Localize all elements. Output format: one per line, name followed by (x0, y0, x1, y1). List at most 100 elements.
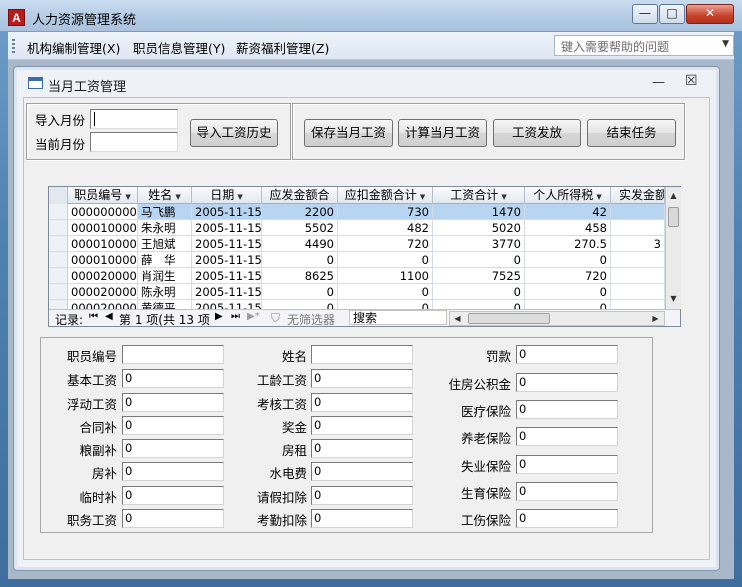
cell-name[interactable]: 王旭斌 (138, 236, 192, 252)
cell-tax[interactable]: 42 (525, 204, 611, 220)
table-row[interactable]: 0000100001 朱永明 2005-11-15 5502 482 5020 458 (49, 220, 665, 236)
cell-net[interactable] (611, 220, 665, 236)
cell-name[interactable]: 马飞鹏 (138, 204, 192, 220)
field-input[interactable]: 0 (516, 455, 618, 474)
finish-task-button[interactable]: 结束任务 (587, 119, 676, 147)
first-record-icon[interactable]: ⏮ (89, 311, 98, 322)
cell-gross[interactable]: 5502 (262, 220, 338, 236)
cell-name[interactable]: 朱永明 (138, 220, 192, 236)
field-input[interactable]: 0 (122, 393, 224, 412)
menu-org-structure[interactable]: 机构编制管理(X) (27, 38, 120, 57)
cell-tax[interactable]: 720 (525, 268, 611, 284)
field-input[interactable]: 0 (311, 439, 413, 458)
cell-emp-id[interactable]: 0000200002 (68, 284, 138, 300)
row-selector[interactable] (49, 252, 68, 268)
col-header-total[interactable]: 工资合计 ▼ (433, 187, 525, 204)
menu-salary-welfare[interactable]: 薪资福利管理(Z) (236, 38, 329, 57)
menu-employee-info[interactable]: 职员信息管理(Y) (133, 38, 225, 57)
grid-horizontal-scrollbar[interactable]: ◀ ▶ (449, 311, 665, 326)
grid-search-input[interactable]: 搜索 (349, 310, 447, 325)
cell-deductions[interactable]: 720 (338, 236, 433, 252)
prev-record-icon[interactable]: ◀ (105, 311, 113, 322)
no-filter-label[interactable]: 无筛选器 (287, 311, 335, 328)
current-month-input[interactable] (90, 132, 178, 152)
cell-gross[interactable]: 0 (262, 252, 338, 268)
cell-tax[interactable]: 0 (525, 284, 611, 300)
cell-net[interactable] (611, 268, 665, 284)
field-input[interactable]: 0 (122, 416, 224, 435)
cell-net[interactable] (611, 252, 665, 268)
scroll-left-icon[interactable]: ◀ (450, 311, 465, 326)
chevron-down-icon[interactable]: ▼ (722, 39, 729, 49)
scroll-right-icon[interactable]: ▶ (648, 311, 663, 326)
field-input[interactable]: 0 (516, 345, 618, 364)
field-input[interactable]: 0 (516, 400, 618, 419)
cell-total[interactable]: 7525 (433, 268, 525, 284)
cell-gross[interactable]: 2200 (262, 204, 338, 220)
cell-deductions[interactable]: 0 (338, 252, 433, 268)
cell-total[interactable]: 3770 (433, 236, 525, 252)
import-month-input[interactable] (90, 109, 178, 129)
field-input[interactable]: 0 (516, 509, 618, 528)
cell-deductions[interactable]: 482 (338, 220, 433, 236)
row-selector[interactable] (49, 268, 68, 284)
cell-total[interactable]: 5020 (433, 220, 525, 236)
col-header-net[interactable]: 实发金额 (611, 187, 665, 204)
cell-total[interactable]: 1470 (433, 204, 525, 220)
new-record-icon[interactable]: ▶* (247, 311, 260, 322)
cell-emp-id[interactable]: 0000200001 (68, 268, 138, 284)
cell-net[interactable]: 3 (611, 236, 665, 252)
salary-datasheet[interactable]: 职员编号 ▼ 姓名 ▼ 日期 ▼ 应发金额合 应扣金额合计 ▼ 工资合计 ▼ 个人所得税 ▼… (48, 186, 681, 327)
h-scroll-thumb[interactable] (468, 313, 550, 324)
field-input[interactable]: 0 (311, 462, 413, 481)
cell-total[interactable]: 0 (433, 252, 525, 268)
cell-deductions[interactable]: 730 (338, 204, 433, 220)
table-row[interactable]: 0000100002 王旭斌 2005-11-15 4490 720 3770 270.5 3 (49, 236, 665, 252)
grid-vertical-scrollbar[interactable]: ▲ ▼ (665, 187, 681, 309)
import-history-button[interactable]: 导入工资历史 (190, 119, 278, 147)
row-selector[interactable] (49, 236, 68, 252)
table-row[interactable]: 0000000001 马飞鹏 2005-11-15 2200 730 1470 42 (49, 204, 665, 220)
minimize-button[interactable]: — (632, 4, 658, 24)
field-input[interactable]: 0 (516, 482, 618, 501)
cell-date[interactable]: 2005-11-15 (192, 284, 262, 300)
close-button[interactable]: ✕ (686, 4, 734, 24)
table-row[interactable]: 0000100003 薛 华 2005-11-15 0 0 0 0 (49, 252, 665, 268)
field-input[interactable] (311, 345, 413, 364)
cell-emp-id[interactable]: 0000100001 (68, 220, 138, 236)
cell-net[interactable] (611, 284, 665, 300)
cell-date[interactable]: 2005-11-15 (192, 204, 262, 220)
table-row[interactable]: 0000200001 肖润生 2005-11-15 8625 1100 7525 720 (49, 268, 665, 284)
cell-name[interactable]: 薛 华 (138, 252, 192, 268)
help-search-input[interactable]: 键入需要帮助的问题 ▼ (554, 35, 734, 56)
col-header-deductions[interactable]: 应扣金额合计 ▼ (338, 187, 433, 204)
toolbar-grip-icon[interactable] (12, 39, 15, 53)
cell-gross[interactable]: 8625 (262, 268, 338, 284)
field-input[interactable]: 0 (516, 373, 618, 392)
field-input[interactable]: 0 (311, 416, 413, 435)
pay-salary-button[interactable]: 工资发放 (493, 119, 581, 147)
table-row[interactable]: 0000200002 陈永明 2005-11-15 0 0 0 0 (49, 284, 665, 300)
scroll-up-icon[interactable]: ▲ (666, 188, 681, 203)
cell-tax[interactable]: 270.5 (525, 236, 611, 252)
field-input[interactable]: 0 (122, 486, 224, 505)
cell-tax[interactable]: 458 (525, 220, 611, 236)
scroll-down-icon[interactable]: ▼ (666, 291, 681, 306)
child-minimize-button[interactable]: — (652, 75, 665, 90)
field-input[interactable]: 0 (311, 486, 413, 505)
cell-deductions[interactable]: 1100 (338, 268, 433, 284)
cell-total[interactable]: 0 (433, 284, 525, 300)
cell-date[interactable]: 2005-11-15 (192, 236, 262, 252)
cell-emp-id[interactable]: 0000100003 (68, 252, 138, 268)
select-all-corner[interactable] (49, 187, 68, 204)
cell-emp-id[interactable]: 0000000001 (68, 204, 138, 220)
field-input[interactable]: 0 (516, 427, 618, 446)
scroll-thumb[interactable] (668, 207, 679, 227)
cell-gross[interactable]: 4490 (262, 236, 338, 252)
col-header-emp-id[interactable]: 职员编号 ▼ (68, 187, 138, 204)
cell-date[interactable]: 2005-11-15 (192, 268, 262, 284)
save-month-button[interactable]: 保存当月工资 (304, 119, 393, 147)
field-input[interactable]: 0 (122, 369, 224, 388)
col-header-name[interactable]: 姓名 ▼ (138, 187, 192, 204)
row-selector[interactable] (49, 220, 68, 236)
